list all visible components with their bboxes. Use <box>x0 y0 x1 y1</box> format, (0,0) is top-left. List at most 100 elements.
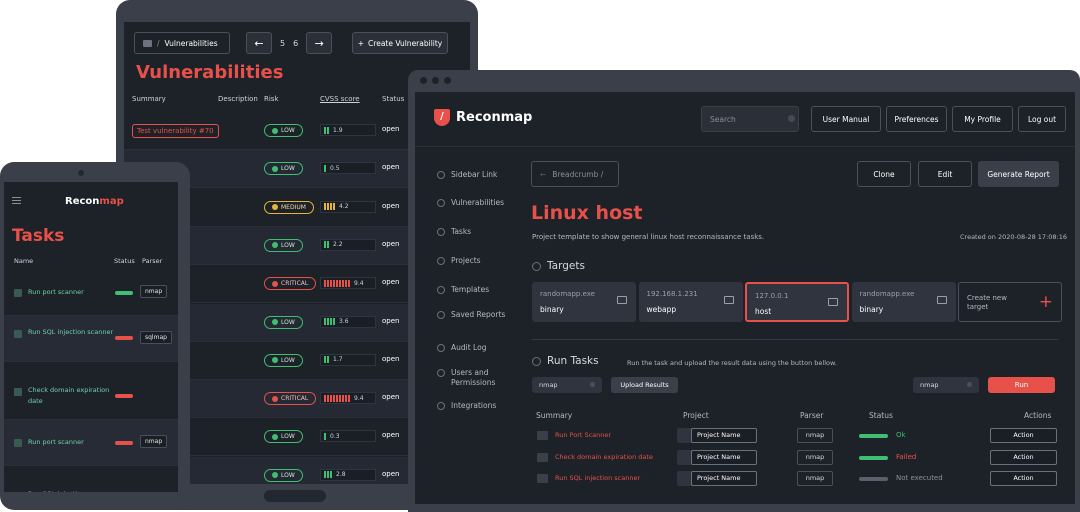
cvss-bar <box>330 318 332 325</box>
parser-field[interactable]: nmap <box>797 449 833 465</box>
clone-button[interactable]: Clone <box>857 161 911 187</box>
column-header[interactable]: Status <box>382 95 404 103</box>
cvss-score: 0.5 <box>320 162 376 175</box>
cvss-score: 9.4 <box>320 277 376 290</box>
log-out-button[interactable]: Log out <box>1018 106 1066 132</box>
list-item[interactable]: Run port scanner nmap <box>4 420 178 466</box>
target-card[interactable]: randomapp.exe binary <box>532 282 636 322</box>
page-title: Linux host <box>531 202 643 224</box>
list-item[interactable]: Run SQL injection scannersqlmap <box>4 478 178 492</box>
risk-dot-icon <box>272 165 278 172</box>
cvss-value: 1.9 <box>333 126 343 134</box>
cvss-bar <box>330 471 332 479</box>
search-icon[interactable] <box>788 115 795 122</box>
vulnerability-summary[interactable]: Test vulnerability #70 <box>132 124 219 138</box>
sidebar-item[interactable]: Integrations <box>437 401 527 411</box>
status-text: open <box>382 316 400 325</box>
camera-icon <box>78 170 84 176</box>
status-indicator <box>115 336 133 340</box>
edit-button[interactable]: Edit <box>918 161 972 187</box>
breadcrumb[interactable]: / Vulnerabilities <box>134 32 230 54</box>
target-name: randomapp.exe <box>540 290 595 298</box>
cvss-bar <box>330 203 332 211</box>
project-field[interactable]: Project Name <box>677 449 757 465</box>
task-name[interactable]: Run port scanner <box>28 437 116 448</box>
close-dot-icon[interactable] <box>420 77 427 84</box>
command-select[interactable]: nmap <box>913 377 979 393</box>
column-header[interactable]: CVSS score <box>320 95 360 103</box>
risk-dot-icon <box>272 204 278 211</box>
parser-field[interactable]: nmap <box>797 428 833 443</box>
circle-icon <box>437 402 445 410</box>
task-name[interactable]: Run port scanner <box>28 287 116 298</box>
action-button[interactable]: Action <box>990 471 1057 486</box>
hamburger-menu-icon[interactable] <box>12 197 21 204</box>
status-text: open <box>382 201 400 210</box>
terminal-icon <box>537 452 548 462</box>
table-row: Run Port Scanner Project Name nmap Ok Action <box>532 425 1058 447</box>
parser-field[interactable]: nmap <box>797 471 833 486</box>
user-manual-button[interactable]: User Manual <box>811 106 881 132</box>
target-card[interactable]: randomapp.exe binary <box>851 282 956 322</box>
column-header: Name <box>14 257 34 265</box>
status-text: open <box>382 125 400 133</box>
action-button[interactable]: Action <box>990 449 1057 465</box>
parser-select[interactable]: nmap <box>532 377 602 393</box>
target-card[interactable]: 127.0.0.1 host <box>745 282 849 322</box>
list-item[interactable]: Run port scanner nmap <box>4 270 178 316</box>
minimize-dot-icon[interactable] <box>432 77 439 84</box>
column-header[interactable]: Risk <box>264 95 279 103</box>
logo[interactable]: / Reconmap <box>434 109 532 126</box>
monitor-icon <box>723 296 734 304</box>
upload-results-button[interactable]: Upload Results <box>611 377 678 393</box>
list-item[interactable]: Check domain expiration date <box>4 374 178 420</box>
my-profile-button[interactable]: My Profile <box>952 106 1013 132</box>
sidebar-item[interactable]: Vulnerabilities <box>437 198 527 208</box>
page-total: 6 <box>293 38 299 48</box>
circle-icon <box>532 261 541 271</box>
task-name[interactable]: Run SQL injection scanner <box>28 327 116 338</box>
cvss-bar <box>336 394 338 402</box>
sidebar-item[interactable]: Sidebar Link <box>437 170 527 180</box>
task-summary[interactable]: Run Port Scanner <box>555 431 611 439</box>
task-summary[interactable]: Run SQL injection scanner <box>555 474 640 482</box>
task-name[interactable]: Check domain expiration date <box>28 385 116 407</box>
column-header[interactable]: Summary <box>132 95 166 103</box>
breadcrumb[interactable]: ← Breadcrumb / <box>531 161 619 187</box>
column-header: Parser <box>142 257 163 265</box>
pagination: ← 5 6 → <box>246 32 333 54</box>
sidebar-item[interactable]: Projects <box>437 256 527 266</box>
circle-icon <box>437 286 445 294</box>
list-item[interactable]: Run SQL injection scannersqlmap <box>4 316 178 362</box>
maximize-dot-icon[interactable] <box>444 77 451 84</box>
cvss-value: 9.4 <box>354 279 364 287</box>
sidebar-item[interactable]: Tasks <box>437 227 527 237</box>
action-button[interactable]: Action <box>990 428 1057 443</box>
next-page-button[interactable]: → <box>306 32 333 54</box>
task-summary[interactable]: Check domain expiration date <box>555 453 653 461</box>
sidebar-item[interactable]: Saved Reports <box>437 310 527 320</box>
project-field[interactable]: Project Name <box>677 428 757 443</box>
target-card[interactable]: 192.168.1.231 webapp <box>638 282 743 322</box>
sidebar-item[interactable]: Audit Log <box>437 343 527 353</box>
cvss-bar <box>324 394 326 402</box>
breadcrumb-separator: / <box>157 38 160 48</box>
sidebar-item-label: Tasks <box>451 227 472 236</box>
project-field[interactable]: Project Name <box>677 471 757 486</box>
run-button[interactable]: Run <box>988 377 1055 393</box>
risk-dot-icon <box>272 242 278 249</box>
sidebar-item[interactable]: Templates <box>437 285 527 295</box>
risk-label: LOW <box>281 165 295 173</box>
generate-report-button[interactable]: Generate Report <box>978 161 1059 187</box>
search-input[interactable]: Search <box>701 106 799 132</box>
prev-page-button[interactable]: ← <box>246 32 272 54</box>
task-name[interactable]: Run SQL injection scanner <box>28 489 116 492</box>
target-name: 127.0.0.1 <box>755 292 789 300</box>
create-vulnerability-button[interactable]: + Create Vulnerability <box>352 32 448 54</box>
run-tasks-heading-label: Run Tasks <box>547 355 599 367</box>
preferences-button[interactable]: Preferences <box>886 106 947 132</box>
column-header[interactable]: Description <box>218 95 258 103</box>
breadcrumb-label[interactable]: Vulnerabilities <box>165 39 218 48</box>
create-target-button[interactable]: Create new target + <box>958 282 1062 322</box>
sidebar-item[interactable]: Users and Permissions <box>437 368 527 388</box>
